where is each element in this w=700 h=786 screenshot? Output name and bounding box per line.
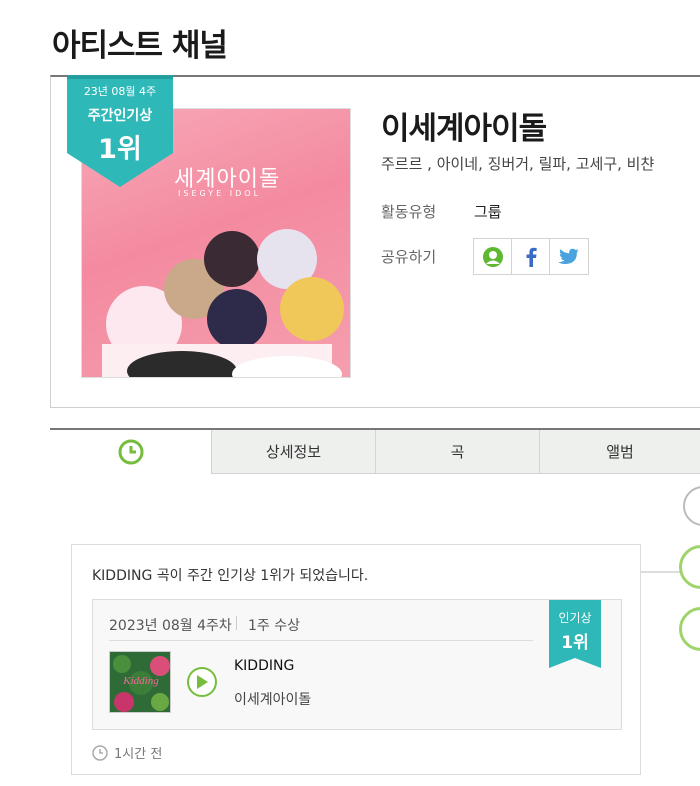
time-ago: 1시간 전 [92, 743, 162, 762]
share-buttons [473, 238, 589, 275]
tab-songs[interactable]: 곡 [375, 430, 539, 474]
award-divider [236, 616, 237, 630]
time-ago-text: 1시간 전 [114, 747, 163, 762]
share-melon-friend-button[interactable] [474, 239, 512, 274]
artist-name: 이세계아이돌 [381, 111, 547, 147]
artist-profile: 세계아이돌 ISEGYE IDOL 23년 08월 4주 주간인기상 1위 이세… [50, 75, 700, 408]
clock-icon [118, 439, 143, 465]
melon-friend-icon [482, 246, 503, 267]
timeline-award-icon [679, 545, 700, 589]
rank-label: 주간인기상 [87, 108, 153, 124]
activity-feed-card: KIDDING 곡이 주간 인기상 1위가 되었습니다. 2023년 08월 4… [71, 544, 641, 775]
share-twitter-button[interactable] [550, 239, 588, 274]
feed-message: KIDDING 곡이 주간 인기상 1위가 되었습니다. [92, 568, 369, 584]
tab-details[interactable]: 상세정보 [211, 430, 375, 474]
share-label: 공유하기 [381, 248, 437, 266]
share-facebook-button[interactable] [512, 239, 550, 274]
twitter-icon [558, 248, 579, 264]
rank-week: 23년 08월 4주 [83, 85, 157, 98]
side-icon-button[interactable] [683, 486, 700, 526]
award-separator-line [109, 640, 533, 641]
badge-rank: 1위 [561, 633, 589, 653]
song-artist[interactable]: 이세계아이돌 [234, 689, 311, 709]
award-card: 2023년 08월 4주차 1주 수상 Kidding KIDDING 이세계아… [92, 599, 622, 730]
badge-label: 인기상 [558, 611, 592, 625]
weekly-rank-ribbon: 23년 08월 4주 주간인기상 1위 [67, 75, 173, 187]
page-title: 아티스트 채널 [52, 28, 228, 64]
album-thumbnail[interactable]: Kidding [109, 651, 171, 713]
rank-number: 1위 [98, 134, 142, 165]
album-art-text: Kidding [123, 675, 159, 687]
activity-type-label: 활동유형 [381, 203, 437, 221]
tab-activity[interactable] [50, 430, 211, 474]
play-icon [197, 675, 208, 689]
facebook-icon [526, 247, 537, 267]
award-date: 2023년 08월 4주차 [109, 618, 232, 634]
award-badge: 인기상 1위 [549, 600, 601, 668]
timeline-song-icon [679, 607, 700, 651]
tab-albums[interactable]: 앨범 [539, 430, 700, 474]
time-icon [92, 744, 108, 761]
artist-members[interactable]: 주르르 , 아이네, 징버거, 릴파, 고세구, 비챤 [381, 153, 654, 174]
play-button[interactable] [187, 667, 217, 697]
song-title[interactable]: KIDDING [234, 658, 294, 674]
artist-image-subtitle: ISEGYE IDOL [178, 189, 262, 198]
artist-tabs: 상세정보 곡 앨범 [50, 428, 700, 474]
award-count: 1주 수상 [248, 618, 300, 634]
activity-type-value: 그룹 [474, 203, 502, 221]
